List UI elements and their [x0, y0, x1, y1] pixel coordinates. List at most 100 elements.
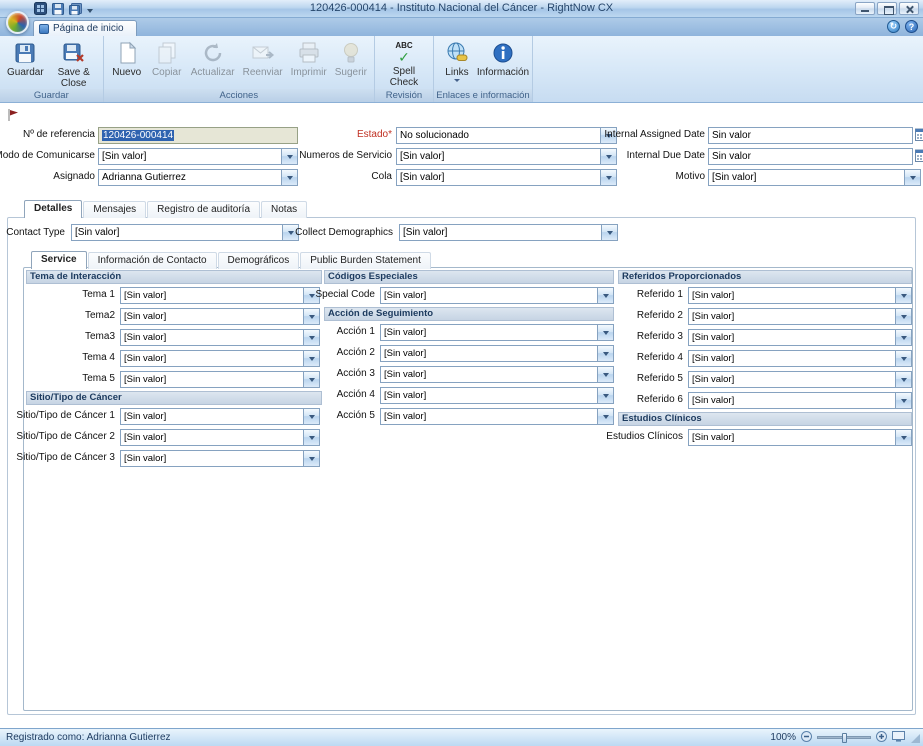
dropdown-arrow-icon[interactable]	[597, 409, 613, 424]
tema-3-dropdown[interactable]: [Sin valor]	[120, 329, 320, 346]
dropdown-arrow-icon[interactable]	[597, 388, 613, 403]
reenviar-button[interactable]: Reenviar	[239, 38, 287, 89]
dropdown-arrow-icon[interactable]	[895, 393, 911, 408]
actualizar-button[interactable]: Actualizar	[187, 38, 239, 89]
help-icon[interactable]	[905, 20, 918, 33]
dropdown-arrow-icon[interactable]	[597, 288, 613, 303]
dropdown-arrow-icon[interactable]	[597, 346, 613, 361]
spell-check-button[interactable]: ABC✓ Spell Check	[378, 38, 430, 89]
dropdown-arrow-icon[interactable]	[895, 309, 911, 324]
dropdown-arrow-icon[interactable]	[597, 367, 613, 382]
dropdown-arrow-icon[interactable]	[303, 451, 319, 466]
motivo-dropdown[interactable]: [Sin valor]	[708, 169, 921, 186]
zoom-slider-thumb[interactable]	[842, 733, 847, 743]
section-codigos-especiales: Códigos Especiales	[324, 270, 614, 284]
referido-4-dropdown[interactable]: [Sin valor]	[688, 350, 912, 367]
estado-dropdown[interactable]: No solucionado	[396, 127, 617, 144]
dropdown-arrow-icon[interactable]	[303, 330, 319, 345]
imprimir-button[interactable]: Imprimir	[287, 38, 331, 89]
tema-2-dropdown[interactable]: [Sin valor]	[120, 308, 320, 325]
resize-grip[interactable]	[910, 733, 920, 743]
accion-3-dropdown[interactable]: [Sin valor]	[380, 366, 614, 383]
referido-5-dropdown[interactable]: [Sin valor]	[688, 371, 912, 388]
dropdown-arrow-icon[interactable]	[303, 372, 319, 387]
dropdown-arrow-icon[interactable]	[600, 170, 616, 185]
maximize-button[interactable]	[877, 2, 897, 15]
dropdown-arrow-icon[interactable]	[904, 170, 920, 185]
referido-2-dropdown[interactable]: [Sin valor]	[688, 308, 912, 325]
calendar-icon[interactable]	[915, 128, 923, 142]
tab-mensajes[interactable]: Mensajes	[83, 201, 146, 218]
tab-demograficos[interactable]: Demográficos	[218, 252, 300, 269]
dropdown-arrow-icon[interactable]	[281, 149, 297, 164]
referido-3-dropdown[interactable]: [Sin valor]	[688, 329, 912, 346]
minimize-button[interactable]	[855, 2, 875, 15]
tab-public-burden-statement[interactable]: Public Burden Statement	[300, 252, 431, 269]
save-and-close-button[interactable]: Save & Close	[48, 38, 100, 89]
asignado-value: Adrianna Gutierrez	[102, 170, 279, 185]
guardar-button[interactable]: Guardar	[3, 38, 48, 89]
internal-due-date-field[interactable]: Sin valor	[708, 148, 913, 165]
collect-demographics-dropdown[interactable]: [Sin valor]	[399, 224, 618, 241]
dropdown-arrow-icon[interactable]	[600, 149, 616, 164]
dropdown-arrow-icon[interactable]	[281, 170, 297, 185]
main-tab-bar: Detalles Mensajes Registro de auditoría …	[24, 200, 308, 218]
links-globe-icon	[445, 41, 469, 65]
dropdown-arrow-icon[interactable]	[601, 225, 617, 240]
accion-4-dropdown[interactable]: [Sin valor]	[380, 387, 614, 404]
flag-icon[interactable]	[7, 108, 19, 125]
fit-window-icon[interactable]	[892, 731, 905, 745]
accion-1-dropdown[interactable]: [Sin valor]	[380, 324, 614, 341]
tab-detalles[interactable]: Detalles	[24, 200, 82, 218]
modo-comunicarse-dropdown[interactable]: [Sin valor]	[98, 148, 298, 165]
dropdown-arrow-icon[interactable]	[895, 372, 911, 387]
special-code-dropdown[interactable]: [Sin valor]	[380, 287, 614, 304]
cola-dropdown[interactable]: [Sin valor]	[396, 169, 617, 186]
dropdown-arrow-icon[interactable]	[895, 430, 911, 445]
dropdown-arrow-icon[interactable]	[895, 351, 911, 366]
accion-2-dropdown[interactable]: [Sin valor]	[380, 345, 614, 362]
sync-icon[interactable]	[887, 20, 900, 33]
tema-4-dropdown[interactable]: [Sin valor]	[120, 350, 320, 367]
accion-5-dropdown[interactable]: [Sin valor]	[380, 408, 614, 425]
nuevo-button[interactable]: Nuevo	[107, 38, 147, 89]
dropdown-arrow-icon[interactable]	[303, 430, 319, 445]
dropdown-arrow-icon[interactable]	[895, 330, 911, 345]
reference-number-field[interactable]: 120426-000414	[98, 127, 298, 144]
internal-assigned-date-field[interactable]: Sin valor	[708, 127, 913, 144]
referido-1-dropdown[interactable]: [Sin valor]	[688, 287, 912, 304]
zoom-in-button[interactable]	[876, 731, 887, 745]
tab-pagina-de-inicio[interactable]: Página de inicio	[33, 20, 137, 36]
referido-6-dropdown[interactable]: [Sin valor]	[688, 392, 912, 409]
application-menu-orb[interactable]	[6, 11, 29, 34]
numeros-servicio-dropdown[interactable]: [Sin valor]	[396, 148, 617, 165]
sitio-1-dropdown[interactable]: [Sin valor]	[120, 408, 320, 425]
sitio-2-dropdown[interactable]: [Sin valor]	[120, 429, 320, 446]
referido-2-value: [Sin valor]	[692, 309, 893, 324]
calendar-icon[interactable]	[915, 149, 923, 163]
asignado-dropdown[interactable]: Adrianna Gutierrez	[98, 169, 298, 186]
informacion-button[interactable]: Información	[477, 38, 529, 89]
tema-5-dropdown[interactable]: [Sin valor]	[120, 371, 320, 388]
section-tema-interaccion: Tema de Interacción	[26, 270, 322, 284]
close-button[interactable]	[899, 2, 919, 15]
contact-type-dropdown[interactable]: [Sin valor]	[71, 224, 299, 241]
tab-service[interactable]: Service	[31, 251, 87, 269]
estudios-clinicos-dropdown[interactable]: [Sin valor]	[688, 429, 912, 446]
dropdown-arrow-icon[interactable]	[895, 288, 911, 303]
tab-registro-auditoria[interactable]: Registro de auditoría	[147, 201, 260, 218]
tema-1-dropdown[interactable]: [Sin valor]	[120, 287, 320, 304]
sugerir-button[interactable]: Sugerir	[331, 38, 371, 89]
copiar-button[interactable]: Copiar	[147, 38, 187, 89]
sitio-3-dropdown[interactable]: [Sin valor]	[120, 450, 320, 467]
dropdown-arrow-icon[interactable]	[597, 325, 613, 340]
zoom-slider[interactable]	[817, 736, 871, 739]
dropdown-arrow-icon[interactable]	[303, 351, 319, 366]
dropdown-arrow-icon[interactable]	[303, 309, 319, 324]
dropdown-arrow-icon[interactable]	[303, 409, 319, 424]
tab-notas[interactable]: Notas	[261, 201, 307, 218]
qat-customize-caret-icon[interactable]	[87, 9, 93, 16]
links-button[interactable]: Links	[437, 38, 477, 89]
tab-informacion-de-contacto[interactable]: Información de Contacto	[88, 252, 217, 269]
zoom-out-button[interactable]	[801, 731, 812, 745]
